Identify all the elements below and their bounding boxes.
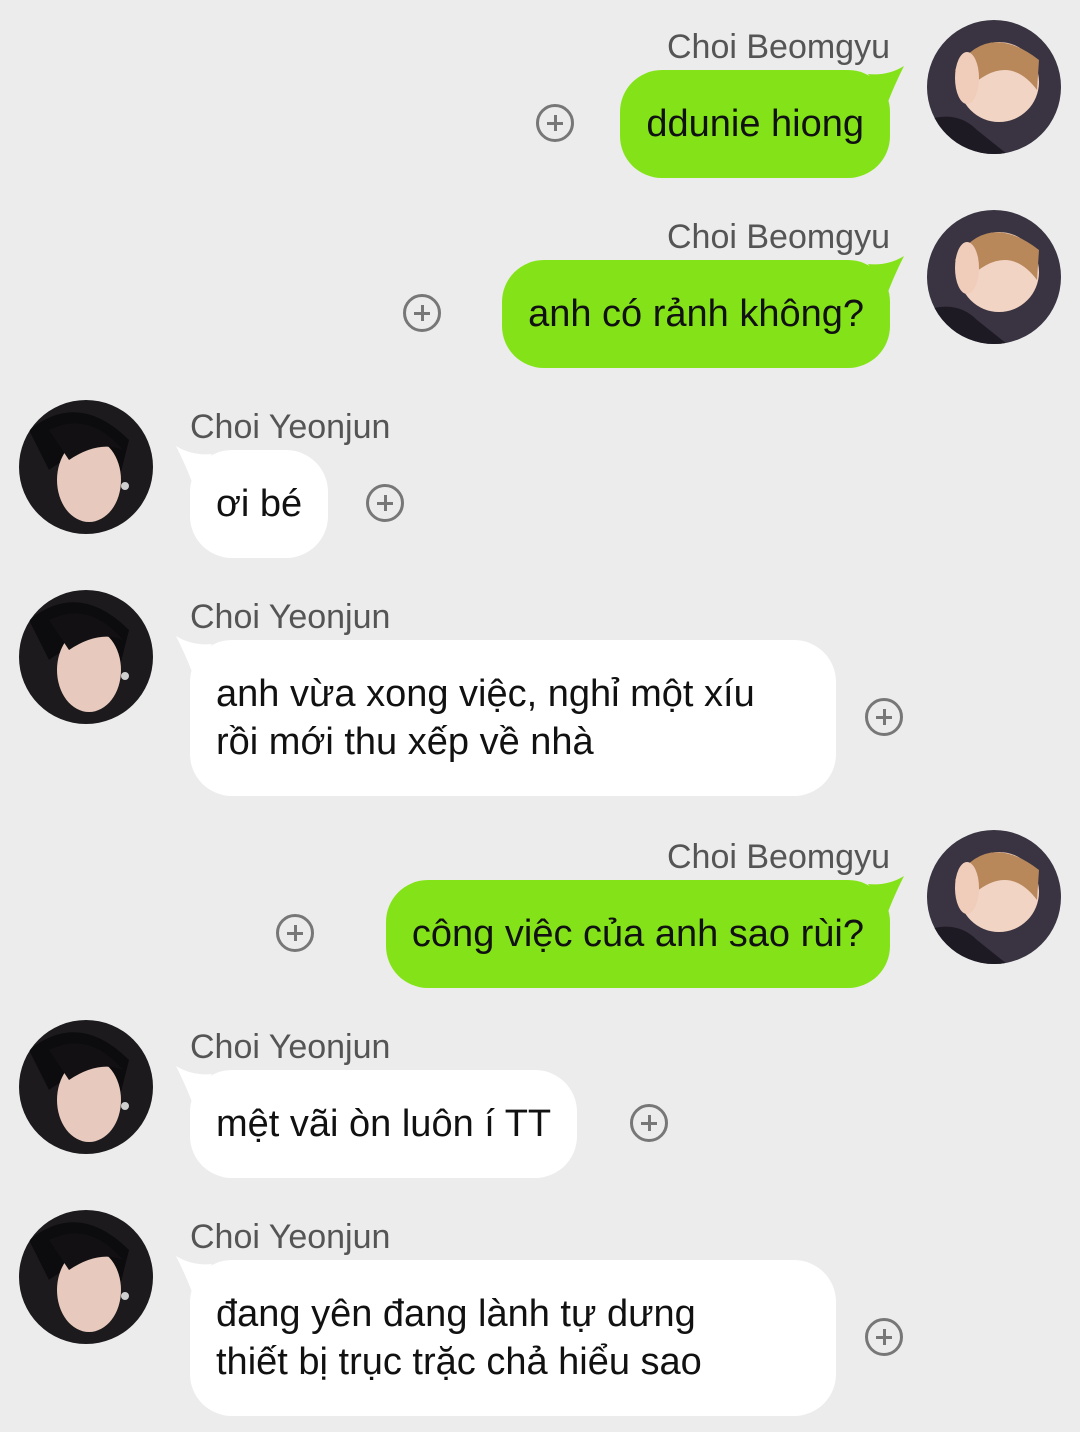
bubble-tail xyxy=(176,1066,212,1102)
message-bubble[interactable]: anh có rảnh không? xyxy=(502,256,904,368)
avatar[interactable] xyxy=(19,400,153,534)
bubble-tail xyxy=(176,1256,212,1292)
message-bubble[interactable]: mệt vãi òn luôn í TT xyxy=(176,1066,578,1178)
sender-name: Choi Beomgyu xyxy=(666,28,890,66)
sender-name: Choi Beomgyu xyxy=(666,838,890,876)
plus-circle-icon[interactable] xyxy=(403,294,441,332)
avatar[interactable] xyxy=(19,590,153,724)
message-text-line: đang yên đang lành tự dưng xyxy=(216,1293,696,1335)
message-text-line: thiết bị trục trặc chả hiểu sao xyxy=(216,1341,702,1383)
message-text: công việc của anh sao rùi? xyxy=(411,913,864,955)
avatar[interactable] xyxy=(19,1020,153,1154)
avatar[interactable] xyxy=(927,20,1061,154)
message-bubble[interactable]: đang yên đang lành tự dưng thiết bị trục… xyxy=(176,1256,836,1416)
bubble-tail xyxy=(868,66,904,102)
bubble-tail xyxy=(868,256,904,292)
message-text-line: anh vừa xong việc, nghỉ một xíu xyxy=(216,673,755,715)
plus-circle-icon[interactable] xyxy=(865,698,903,736)
message-text: anh có rảnh không? xyxy=(528,293,864,335)
sender-name: Choi Beomgyu xyxy=(666,218,890,256)
plus-circle-icon[interactable] xyxy=(366,484,404,522)
sender-name: Choi Yeonjun xyxy=(190,598,391,636)
message-text: ơi bé xyxy=(216,483,303,525)
bubble-tail xyxy=(176,636,212,672)
message-text-line: rồi mới thu xếp về nhà xyxy=(216,721,594,763)
plus-circle-icon[interactable] xyxy=(865,1318,903,1356)
avatar[interactable] xyxy=(927,830,1061,964)
sender-name: Choi Yeonjun xyxy=(190,408,391,446)
bubble-tail xyxy=(868,876,904,912)
bubble-tail xyxy=(176,446,212,482)
message-bubble[interactable]: ơi bé xyxy=(176,446,329,558)
sender-name: Choi Yeonjun xyxy=(190,1028,391,1066)
message-bubble[interactable]: công việc của anh sao rùi? xyxy=(385,876,904,988)
plus-circle-icon[interactable] xyxy=(630,1104,668,1142)
message-text: ddunie hiong xyxy=(646,103,864,145)
message-bubble[interactable]: ddunie hiong xyxy=(620,66,904,178)
sender-name: Choi Yeonjun xyxy=(190,1218,391,1256)
avatar[interactable] xyxy=(927,210,1061,344)
message-bubble[interactable]: anh vừa xong việc, nghỉ một xíu rồi mới … xyxy=(176,636,836,796)
message-text: mệt vãi òn luôn í TT xyxy=(216,1103,552,1145)
plus-circle-icon[interactable] xyxy=(536,104,574,142)
avatar[interactable] xyxy=(19,1210,153,1344)
plus-circle-icon[interactable] xyxy=(276,914,314,952)
